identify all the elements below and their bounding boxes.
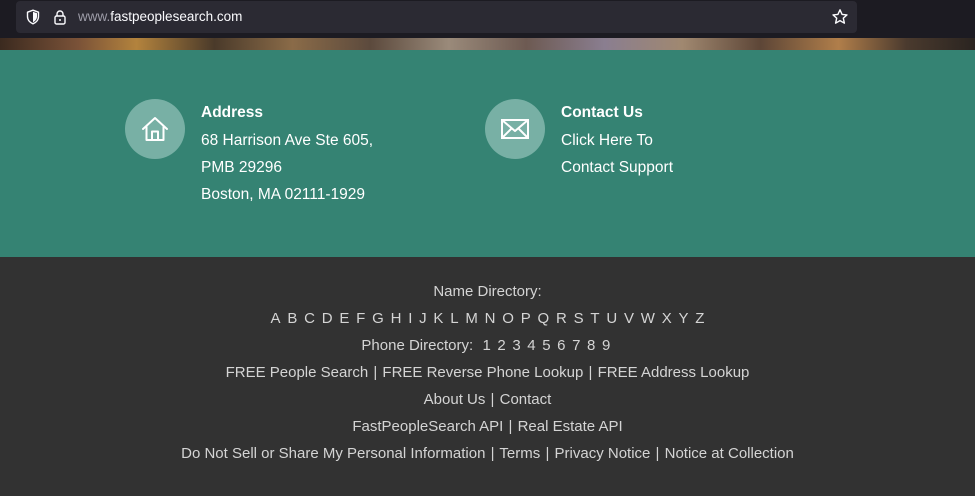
do-not-sell-link[interactable]: Do Not Sell or Share My Personal Informa…: [181, 445, 485, 462]
page: www.fastpeoplesearch.com Address 68 Harr…: [0, 0, 975, 496]
letter-link-d[interactable]: D: [322, 309, 333, 329]
digit-link-5[interactable]: 5: [542, 336, 550, 356]
name-directory-label: Name Directory:: [433, 283, 542, 300]
letter-link-k[interactable]: K: [433, 309, 443, 329]
browser-toolbar: www.fastpeoplesearch.com: [0, 0, 975, 38]
url-domain: fastpeoplesearch.com: [110, 9, 243, 24]
separator: |: [373, 364, 378, 381]
separator: |: [490, 391, 495, 408]
digit-link-7[interactable]: 7: [572, 336, 580, 356]
contact-support-link-line-2[interactable]: Contact Support: [561, 154, 673, 181]
letter-link-u[interactable]: U: [606, 309, 617, 329]
phone-directory-label: Phone Directory:: [361, 337, 474, 354]
separator: |: [588, 364, 593, 381]
letter-link-f[interactable]: F: [356, 309, 365, 329]
letter-link-v[interactable]: V: [624, 309, 634, 329]
letter-link-r[interactable]: R: [556, 309, 567, 329]
lock-icon[interactable]: [52, 9, 68, 25]
url-text[interactable]: www.fastpeoplesearch.com: [78, 9, 242, 25]
about-links: About Us | Contact: [0, 390, 975, 410]
letter-link-m[interactable]: M: [465, 309, 478, 329]
letter-link-t[interactable]: T: [590, 309, 599, 329]
terms-link[interactable]: Terms: [499, 445, 540, 462]
envelope-icon-circle[interactable]: [485, 99, 545, 159]
contact-heading: Contact Us: [561, 104, 643, 121]
digit-link-1[interactable]: 1: [482, 336, 490, 356]
address-text: Address 68 Harrison Ave Ste 605, PMB 292…: [201, 103, 373, 208]
contact-link[interactable]: Contact: [500, 391, 552, 408]
footer: Name Directory: ABCDEFGHIJKLMNOPQRSTUVWX…: [0, 257, 975, 496]
letter-link-h[interactable]: H: [391, 309, 402, 329]
name-directory-letters: ABCDEFGHIJKLMNOPQRSTUVWXYZ: [0, 309, 975, 329]
letter-link-j[interactable]: J: [419, 309, 427, 329]
letter-link-i[interactable]: I: [408, 309, 412, 329]
letter-link-o[interactable]: O: [502, 309, 514, 329]
house-icon: [142, 117, 168, 141]
free-people-search-link[interactable]: FREE People Search: [226, 364, 369, 381]
legal-links: Do Not Sell or Share My Personal Informa…: [0, 444, 975, 464]
envelope-icon: [501, 119, 529, 139]
real-estate-api-link[interactable]: Real Estate API: [518, 418, 623, 435]
letter-link-z[interactable]: Z: [695, 309, 704, 329]
letter-link-n[interactable]: N: [485, 309, 496, 329]
letter-link-g[interactable]: G: [372, 309, 384, 329]
separator: |: [508, 418, 513, 435]
url-prefix: www.: [78, 9, 111, 24]
separator: |: [545, 445, 550, 462]
bookmark-star-icon[interactable]: [831, 8, 849, 26]
letter-link-x[interactable]: X: [662, 309, 672, 329]
hero-image-strip: [0, 38, 975, 50]
digit-link-9[interactable]: 9: [602, 336, 610, 356]
letter-link-s[interactable]: S: [574, 309, 584, 329]
address-line-1: 68 Harrison Ave Ste 605,: [201, 132, 374, 149]
phone-directory-row: Phone Directory: 1 2 3 4 5 6 7 8 9: [0, 336, 975, 356]
shield-icon[interactable]: [25, 9, 41, 25]
house-icon-circle: [125, 99, 185, 159]
address-bar[interactable]: www.fastpeoplesearch.com: [16, 1, 857, 33]
letter-link-p[interactable]: P: [521, 309, 531, 329]
notice-at-collection-link[interactable]: Notice at Collection: [665, 445, 794, 462]
api-link[interactable]: FastPeopleSearch API: [352, 418, 503, 435]
digit-link-2[interactable]: 2: [497, 336, 505, 356]
letter-link-y[interactable]: Y: [679, 309, 689, 329]
letter-link-c[interactable]: C: [304, 309, 315, 329]
separator: |: [655, 445, 660, 462]
letter-link-e[interactable]: E: [339, 309, 349, 329]
address-line-3: Boston, MA 02111-1929: [201, 186, 366, 203]
digit-link-8[interactable]: 8: [587, 336, 595, 356]
letter-link-l[interactable]: L: [450, 309, 458, 329]
address-line-2: PMB 29296: [201, 159, 282, 176]
about-us-link[interactable]: About Us: [424, 391, 486, 408]
contact-text: Contact Us Click Here To Contact Support: [561, 103, 673, 181]
digit-link-4[interactable]: 4: [527, 336, 535, 356]
separator: |: [490, 445, 495, 462]
contact-section: Address 68 Harrison Ave Ste 605, PMB 292…: [0, 50, 975, 257]
address-heading: Address: [201, 104, 264, 121]
free-address-lookup-link[interactable]: FREE Address Lookup: [598, 364, 750, 381]
api-links: FastPeopleSearch API | Real Estate API: [0, 417, 975, 437]
letter-link-b[interactable]: B: [287, 309, 297, 329]
privacy-notice-link[interactable]: Privacy Notice: [555, 445, 651, 462]
free-search-links: FREE People Search | FREE Reverse Phone …: [0, 363, 975, 383]
letter-link-w[interactable]: W: [641, 309, 655, 329]
digit-link-6[interactable]: 6: [557, 336, 565, 356]
contact-support-link-line-1[interactable]: Click Here To: [561, 127, 673, 154]
free-reverse-phone-link[interactable]: FREE Reverse Phone Lookup: [382, 364, 583, 381]
letter-link-a[interactable]: A: [271, 309, 281, 329]
letter-link-q[interactable]: Q: [538, 309, 550, 329]
digit-link-3[interactable]: 3: [512, 336, 520, 356]
